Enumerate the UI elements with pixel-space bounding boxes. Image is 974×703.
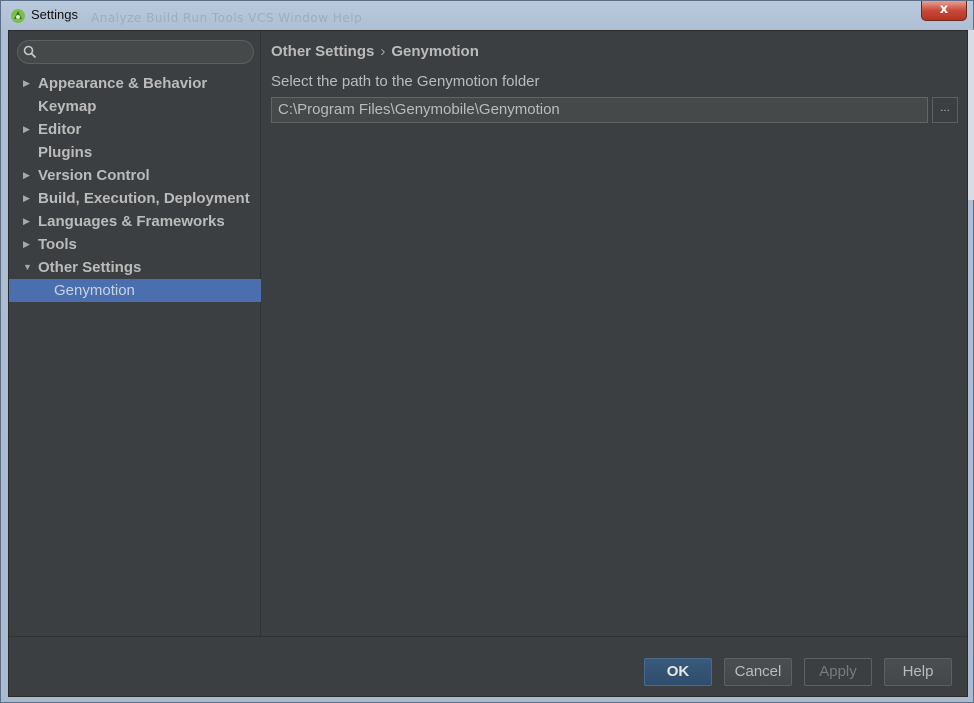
collapse-arrow-icon[interactable]: ▼: [23, 256, 33, 279]
tree-item-label: Tools: [38, 236, 77, 253]
ellipsis-icon: ...: [940, 103, 950, 114]
help-button[interactable]: Help: [884, 658, 952, 686]
android-studio-icon: [11, 9, 25, 23]
search-icon: [23, 45, 37, 59]
tree-item-version-control[interactable]: ▶ Version Control: [9, 164, 261, 187]
background-window-edge: [968, 30, 974, 200]
genymotion-path-label: Select the path to the Genymotion folder: [271, 73, 540, 90]
cancel-button[interactable]: Cancel: [724, 658, 792, 686]
settings-content: Other Settings › Genymotion Select the pat…: [262, 31, 967, 636]
tree-item-label: Other Settings: [38, 259, 142, 276]
settings-tree: ▶ Appearance & Behavior Keymap ▶ Editor …: [9, 72, 261, 302]
expand-arrow-icon[interactable]: ▶: [23, 72, 33, 95]
tree-item-tools[interactable]: ▶ Tools: [9, 233, 261, 256]
settings-window: Settings Analyze Build Run Tools VCS Win…: [0, 0, 974, 703]
expand-arrow-icon[interactable]: ▶: [23, 187, 33, 210]
expand-arrow-icon[interactable]: ▶: [23, 210, 33, 233]
tree-item-genymotion[interactable]: Genymotion: [9, 279, 261, 302]
browse-button[interactable]: ...: [932, 97, 958, 123]
tree-item-label: Plugins: [38, 144, 93, 161]
dialog-footer: OK Cancel Apply Help: [9, 636, 967, 696]
search-field[interactable]: [17, 40, 254, 64]
breadcrumb-parent[interactable]: Other Settings: [271, 43, 374, 60]
ok-button[interactable]: OK: [644, 658, 712, 686]
dialog-body: ▶ Appearance & Behavior Keymap ▶ Editor …: [8, 30, 968, 697]
tree-item-appearance-behavior[interactable]: ▶ Appearance & Behavior: [9, 72, 261, 95]
tree-item-label: Build, Execution, Deployment: [38, 190, 250, 207]
expand-arrow-icon[interactable]: ▶: [23, 233, 33, 256]
breadcrumb: Other Settings › Genymotion: [271, 43, 479, 60]
breadcrumb-current: Genymotion: [391, 43, 479, 60]
close-icon: x: [939, 2, 949, 17]
tree-item-build-execution-deployment[interactable]: ▶ Build, Execution, Deployment: [9, 187, 261, 210]
tree-item-label: Keymap: [38, 98, 97, 115]
tree-item-label: Languages & Frameworks: [38, 213, 225, 230]
tree-item-other-settings[interactable]: ▼ Other Settings: [9, 256, 261, 279]
tree-item-label: Editor: [38, 121, 82, 138]
tree-item-editor[interactable]: ▶ Editor: [9, 118, 261, 141]
settings-sidebar: ▶ Appearance & Behavior Keymap ▶ Editor …: [9, 31, 261, 636]
apply-button[interactable]: Apply: [804, 658, 872, 686]
chevron-right-icon: ›: [380, 43, 386, 60]
genymotion-path-input[interactable]: C:\Program Files\Genymobile\Genymotion: [271, 97, 928, 123]
expand-arrow-icon[interactable]: ▶: [23, 164, 33, 187]
tree-item-label: Version Control: [38, 167, 150, 184]
tree-item-keymap[interactable]: Keymap: [9, 95, 261, 118]
window-title: Settings: [31, 7, 78, 22]
tree-item-languages-frameworks[interactable]: ▶ Languages & Frameworks: [9, 210, 261, 233]
close-button[interactable]: x: [921, 1, 967, 21]
tree-item-plugins[interactable]: Plugins: [9, 141, 261, 164]
tree-item-label: Appearance & Behavior: [38, 75, 208, 92]
background-menu-hint: Analyze Build Run Tools VCS Window Help: [91, 11, 363, 25]
expand-arrow-icon[interactable]: ▶: [23, 118, 33, 141]
title-bar[interactable]: Settings Analyze Build Run Tools VCS Win…: [1, 1, 973, 29]
tree-item-label: Genymotion: [54, 282, 135, 299]
